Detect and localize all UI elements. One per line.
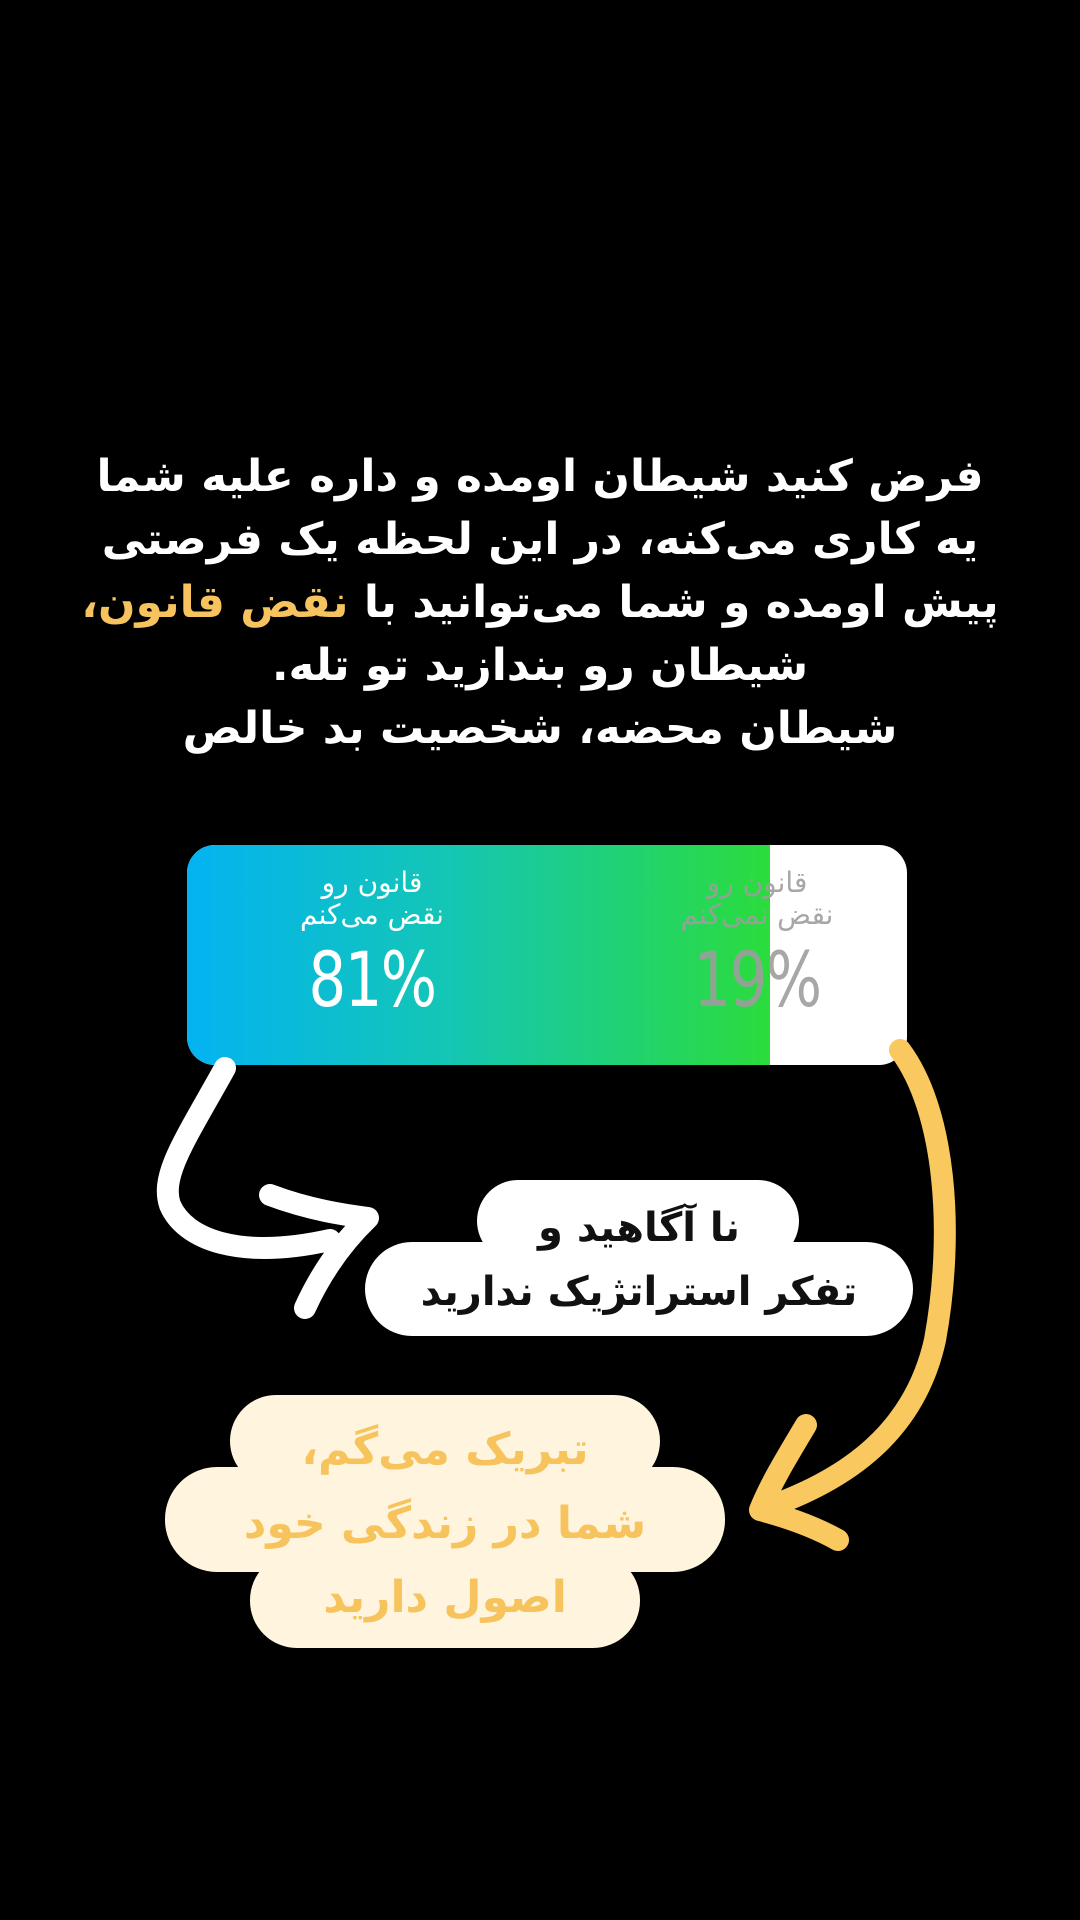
bubble-text-line2: شما در زندگی خود: [243, 1498, 647, 1549]
question-line-3: پیش اومده و شما می‌توانید با نقض قانون،: [70, 571, 1010, 634]
poll-option-label-line1: قانون رو: [706, 866, 808, 899]
question-line-2: یه کاری می‌کنه، در این لحظه یک فرصتی: [101, 514, 979, 565]
bubble-text: تبریک می‌گم، شما در زندگی خود اصول دارید: [165, 1413, 725, 1635]
poll-option-percent: 81%: [308, 935, 437, 1024]
bubble-text-line2: تفکر استراتژیک ندارید: [420, 1269, 858, 1315]
poll-option-label-line2: نقض می‌کنم: [300, 898, 444, 931]
white-arrow-icon: [156, 1057, 379, 1319]
question-line-1: فرض کنید شیطان اومده و داره علیه شما: [96, 451, 984, 502]
question-line-4: شیطان رو بندازید تو تله.: [271, 640, 809, 691]
question-text: فرض کنید شیطان اومده و داره علیه شما یه …: [70, 445, 1010, 760]
bubble-text-line1: نا آگاهید و: [538, 1205, 740, 1251]
poll-option-label: قانون رو نقض نمی‌کنم: [627, 867, 887, 931]
question-line-5: شیطان محضه، شخصیت بد خالص: [182, 703, 898, 754]
answer-bubble-white: نا آگاهید و تفکر استراتژیک ندارید: [365, 1180, 913, 1340]
question-line-3-text: پیش اومده و شما می‌توانید با: [363, 577, 999, 628]
poll-option-keep-law[interactable]: قانون رو نقض نمی‌کنم 19%: [627, 845, 887, 1065]
story-canvas: فرض کنید شیطان اومده و داره علیه شما یه …: [0, 0, 1080, 1920]
poll-option-label: قانون رو نقض می‌کنم: [217, 867, 527, 931]
question-highlight: نقض قانون،: [81, 577, 349, 628]
poll-option-percent: 19%: [693, 935, 822, 1024]
answer-bubble-cream: تبریک می‌گم، شما در زندگی خود اصول دارید: [165, 1395, 725, 1655]
poll-option-label-line2: نقض نمی‌کنم: [680, 898, 834, 931]
poll-option-label-line1: قانون رو: [321, 866, 423, 899]
poll-option-break-law[interactable]: قانون رو نقض می‌کنم 81%: [217, 845, 527, 1065]
poll-card[interactable]: قانون رو نقض می‌کنم 81% قانون رو نقض نمی…: [187, 845, 907, 1065]
bubble-text-line3: اصول دارید: [323, 1572, 567, 1623]
bubble-text-line1: تبریک می‌گم،: [301, 1424, 589, 1475]
bubble-text: نا آگاهید و تفکر استراتژیک ندارید: [365, 1196, 913, 1324]
